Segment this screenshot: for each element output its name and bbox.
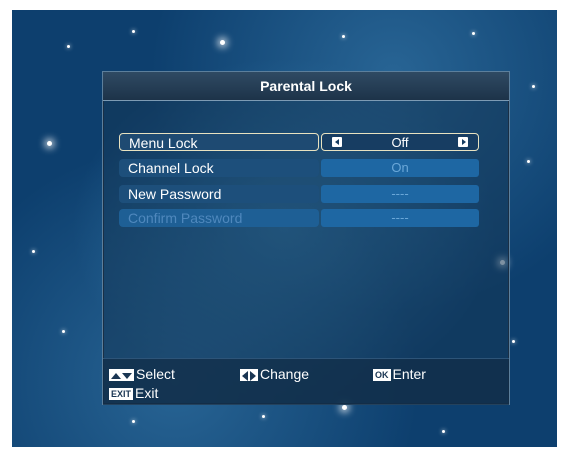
star-decor [262,415,265,418]
star-decor [67,45,70,48]
ok-key-icon: OK [373,369,391,382]
left-right-icon [240,369,258,382]
star-decor [472,32,475,35]
help-select: Select [109,366,175,382]
menu-lock-value-text: Off [391,135,409,150]
up-down-icon [109,369,134,382]
star-decor [532,85,535,88]
help-change: Change [240,366,309,382]
help-bar: Select Change OK Enter EXIT Exit [103,358,509,405]
help-exit: EXIT Exit [109,385,158,401]
menu-lock-value[interactable]: Off [321,133,479,151]
exit-key-icon: EXIT [109,388,134,401]
star-decor [132,30,135,33]
arrow-right-icon[interactable] [458,137,468,147]
new-password-value[interactable]: ---- [321,185,479,203]
star-decor [512,340,515,343]
help-enter-label: Enter [392,366,426,382]
menu-lock-label[interactable]: Menu Lock [119,133,319,151]
tv-screen: Parental Lock Menu Lock Off Channel Lock… [12,10,557,447]
star-decor [342,35,345,38]
arrow-left-icon[interactable] [332,137,342,147]
new-password-label[interactable]: New Password [119,185,319,203]
help-change-label: Change [260,366,310,382]
help-exit-label: Exit [135,385,159,401]
star-decor [32,250,35,253]
star-decor [442,430,445,433]
help-select-label: Select [136,366,175,382]
help-enter: OK Enter [373,366,426,382]
star-decor [62,330,65,333]
star-decor [342,405,347,410]
star-decor [527,160,530,163]
star-decor [220,40,225,45]
channel-lock-label[interactable]: Channel Lock [119,159,319,177]
confirm-password-value: ---- [321,209,479,227]
confirm-password-label: Confirm Password [119,209,319,227]
parental-lock-dialog: Parental Lock Menu Lock Off Channel Lock… [102,71,510,405]
dialog-title: Parental Lock [103,72,509,101]
star-decor [47,141,52,146]
channel-lock-value[interactable]: On [321,159,479,177]
star-decor [132,420,135,423]
